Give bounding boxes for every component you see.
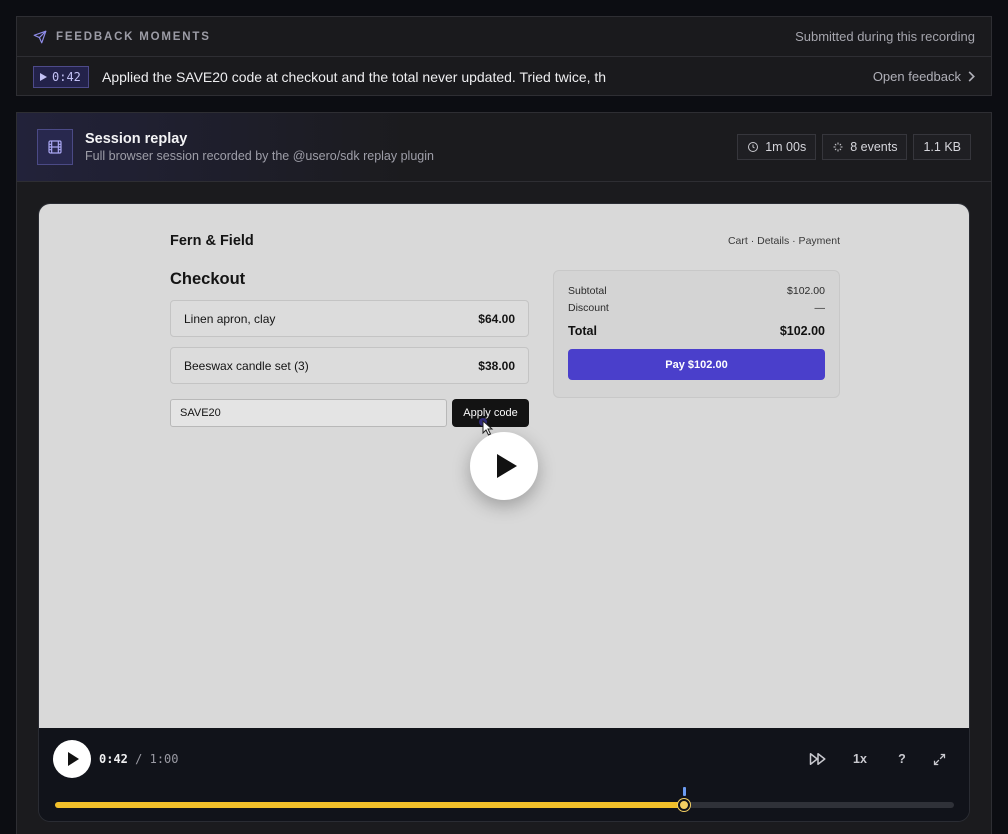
session-stats: 1m 00s 8 events 1.1 KB [737,134,971,160]
events-value: 8 events [850,140,898,154]
total-row: Total $102.00 [568,324,825,346]
fullscreen-icon [933,753,945,765]
time-display: 0:42 / 1:00 [99,752,179,766]
subtotal-value: $102.00 [787,285,825,297]
session-replay-title: Session replay [85,131,188,147]
cart-item-name: Beeswax candle set (3) [184,358,309,373]
scrubber-handle[interactable] [678,799,691,811]
total-duration: 1:00 [149,752,179,766]
total-label: Total [568,324,597,338]
size-value: 1.1 KB [923,140,961,154]
promo-code-input: SAVE20 [170,399,447,427]
moment-text: Applied the SAVE20 code at checkout and … [102,68,607,85]
play-icon [68,752,79,766]
moment-timestamp: 0:42 [52,69,81,84]
replay-player[interactable]: Fern & Field Cart · Details · Payment Ch… [38,203,970,822]
current-time: 0:42 [99,752,128,766]
fast-forward-icon [809,753,826,765]
discount-label: Discount [568,302,609,314]
skip-inactivity-button[interactable] [807,748,829,770]
moment-timestamp-button[interactable]: 0:42 [33,65,89,88]
site-brand: Fern & Field [170,233,254,249]
session-replay-header: Session replay Full browser session reco… [17,113,991,182]
open-feedback-label: Open feedback [872,69,961,84]
discount-value: — [814,302,826,314]
feedback-moments-subtitle: Submitted during this recording [795,29,975,44]
cart-item-price: $38.00 [478,358,515,373]
duration-value: 1m 00s [765,140,807,154]
cart-item-price: $64.00 [478,311,515,326]
feedback-moments-panel: FEEDBACK MOMENTS Submitted during this r… [16,16,992,96]
events-stat: 8 events [822,134,908,160]
progress-fill [55,802,685,808]
player-controls: 0:42 / 1:00 1x ? [39,728,969,821]
sparkle-icon [833,142,843,152]
open-feedback-link[interactable]: Open feedback [873,69,975,84]
send-icon [33,30,47,44]
clock-icon [748,142,759,152]
feedback-moments-title: FEEDBACK MOMENTS [56,30,211,43]
fullscreen-button[interactable] [928,748,950,770]
feedback-marker[interactable] [682,787,686,796]
session-replay-panel: Session replay Full browser session reco… [16,112,992,834]
progress-track[interactable] [55,787,954,811]
play-button[interactable] [53,740,91,778]
cart-item: Linen apron, clay $64.00 [170,300,529,337]
chevron-right-icon [968,71,975,82]
help-button[interactable]: ? [891,748,913,770]
size-stat: 1.1 KB [913,134,971,160]
checkout-steps: Cart · Details · Payment [727,235,840,247]
subtotal-label: Subtotal [568,285,607,297]
checkout-title: Checkout [170,270,246,288]
session-replay-description: Full browser session recorded by the @us… [85,149,434,163]
total-value: $102.00 [779,324,825,338]
speed-button[interactable]: 1x [849,748,871,770]
subtotal-row: Subtotal $102.00 [568,285,825,302]
discount-row: Discount — [568,302,825,319]
play-icon [40,72,47,81]
overlay-play-button[interactable] [470,432,538,500]
time-separator: / [135,752,143,766]
replay-viewport[interactable]: Fern & Field Cart · Details · Payment Ch… [39,204,969,728]
pay-button: Pay $102.00 [568,349,825,380]
cart-item-name: Linen apron, clay [184,311,276,326]
cart-item: Beeswax candle set (3) $38.00 [170,347,529,384]
film-icon [37,129,73,165]
feedback-moments-header: FEEDBACK MOMENTS Submitted during this r… [17,17,991,57]
feedback-moment-row[interactable]: 0:42 Applied the SAVE20 code at checkout… [17,57,991,96]
duration-stat: 1m 00s [737,134,817,160]
play-icon [496,454,517,478]
order-summary: Subtotal $102.00 Discount — Total $102.0… [553,270,840,398]
